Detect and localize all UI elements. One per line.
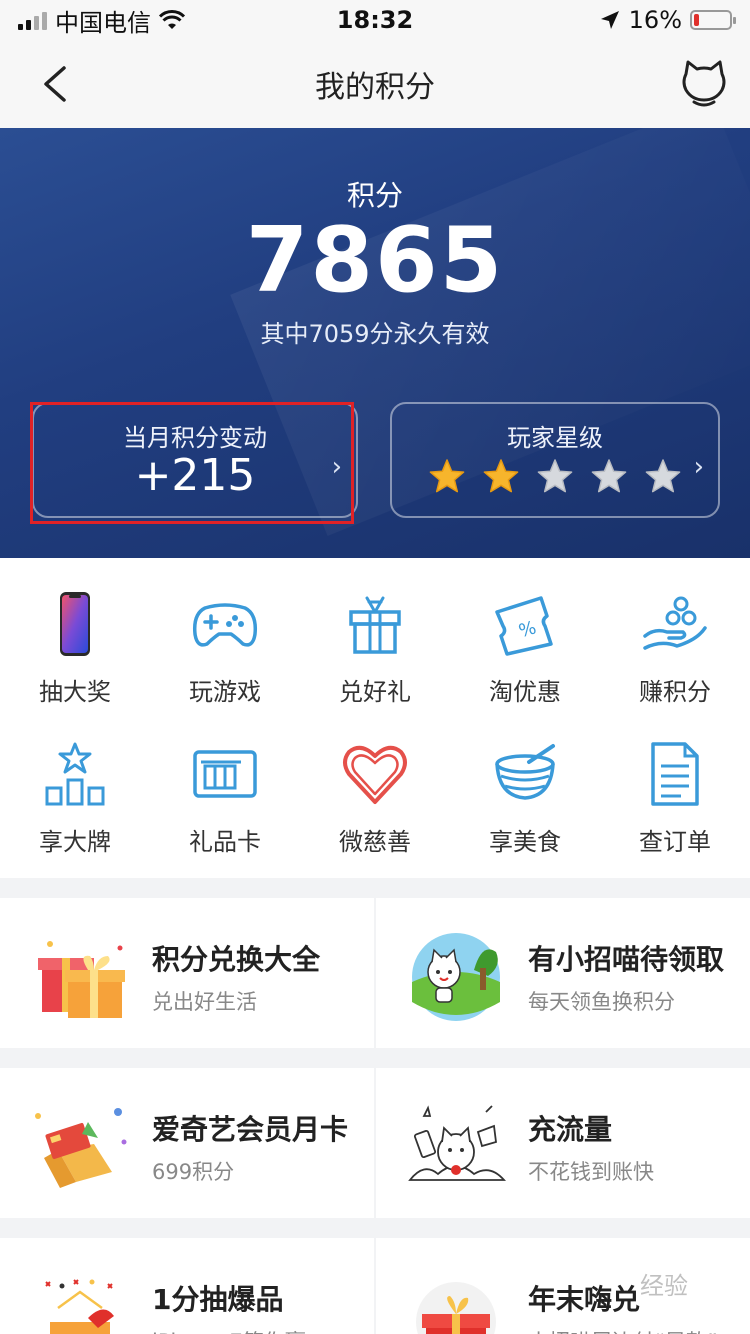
status-right: 16%	[599, 6, 736, 34]
star-filled-icon	[429, 459, 465, 493]
phone-icon	[60, 592, 90, 656]
svg-text:%: %	[516, 617, 538, 642]
food-bowl-icon	[495, 744, 555, 800]
grid-item-earn-points[interactable]: 赚积分	[600, 558, 750, 708]
grid-label: 享大牌	[39, 828, 111, 856]
grid-label: 淘优惠	[489, 678, 561, 706]
grid-label: 赚积分	[639, 678, 711, 706]
points-hero: 积分 7865 其中7059分永久有效 当月积分变动 +215 › 玩家星级 ›	[0, 128, 750, 558]
feature-subtitle: 699积分	[152, 1160, 235, 1184]
grid-label: 兑好礼	[339, 678, 411, 706]
cat-island-icon	[412, 933, 500, 1021]
carrier-label: 中国电信	[55, 8, 151, 37]
feature-points-exchange[interactable]: 积分兑换大全 兑出好生活	[0, 898, 374, 1048]
feature-title: 年末嗨兑	[528, 1283, 641, 1316]
star-empty-icon	[591, 459, 627, 493]
cat-mascot-icon[interactable]	[680, 58, 728, 108]
feature-title: 1分抽爆品	[152, 1283, 284, 1316]
page-title: 我的积分	[315, 70, 435, 105]
feature-cat-reward[interactable]: 有小招喵待领取 每天领鱼换积分	[376, 898, 750, 1048]
iqiyi-card-box-icon	[35, 1108, 127, 1188]
grid-item-gifts[interactable]: 兑好礼	[300, 558, 450, 708]
feature-title: 充流量	[528, 1113, 613, 1146]
confetti-gift-icon	[45, 1279, 114, 1334]
player-level-title: 玩家星级	[507, 424, 603, 452]
status-bar: 中国电信 18:32 16%	[0, 0, 750, 40]
player-level-card[interactable]: 玩家星级 ›	[390, 402, 720, 518]
grid-item-food[interactable]: 享美食	[450, 708, 600, 858]
feature-subtitle: 小招喵周边付“早款”	[528, 1326, 718, 1334]
feature-title: 积分兑换大全	[152, 943, 321, 976]
gift-boxes-icon	[38, 941, 125, 1018]
feature-grid: 抽大奖 玩游戏 兑好礼 % 淘优惠 赚积分 享大牌 礼品卡 微慈善 享美食 查订…	[0, 558, 750, 878]
chevron-right-icon: ›	[693, 452, 704, 482]
feature-year-end-exchange[interactable]: 年末嗨兑 小招喵周边付“早款”	[376, 1238, 750, 1334]
cat-phone-icon	[408, 1105, 506, 1181]
location-arrow-icon	[600, 11, 619, 29]
feature-subtitle: 每天领鱼换积分	[528, 990, 675, 1014]
grid-label: 抽大奖	[39, 678, 111, 706]
feature-title: 有小招喵待领取	[528, 943, 725, 976]
battery-icon	[690, 10, 736, 30]
star-podium-icon	[45, 742, 105, 806]
nav-bar: 我的积分	[0, 40, 750, 128]
signal-icon	[18, 10, 47, 30]
star-rating	[428, 458, 682, 496]
feature-one-cent-draw[interactable]: 1分抽爆品 iPhone 7等你赢	[0, 1238, 374, 1334]
monthly-change-value: +215	[134, 450, 256, 501]
feature-title: 爱奇艺会员月卡	[152, 1113, 349, 1146]
document-icon	[651, 742, 699, 806]
grid-item-charity[interactable]: 微慈善	[300, 708, 450, 858]
feature-data-topup[interactable]: 充流量 不花钱到账快	[376, 1068, 750, 1218]
grid-item-orders[interactable]: 查订单	[600, 708, 750, 858]
star-filled-icon	[483, 459, 519, 493]
points-permanent-note: 其中7059分永久有效	[260, 320, 490, 348]
feature-subtitle: 兑出好生活	[152, 990, 257, 1014]
back-arrow-icon[interactable]	[36, 64, 76, 104]
star-empty-icon	[645, 459, 681, 493]
battery-percent: 16%	[628, 6, 682, 34]
red-gift-icon	[416, 1282, 496, 1334]
gift-card-icon	[193, 750, 257, 798]
status-left: 中国电信	[18, 3, 599, 38]
gift-box-icon	[349, 596, 401, 654]
grid-label: 微慈善	[339, 828, 411, 856]
star-empty-icon	[537, 459, 573, 493]
wifi-icon	[159, 10, 185, 29]
grid-label: 玩游戏	[189, 678, 261, 706]
monthly-change-title: 当月积分变动	[123, 424, 267, 452]
coupon-icon: %	[495, 596, 553, 656]
grid-item-lottery[interactable]: 抽大奖	[0, 558, 150, 708]
feature-subtitle: iPhone 7等你赢	[152, 1326, 306, 1334]
grid-label: 礼品卡	[189, 828, 261, 856]
grid-label: 享美食	[489, 828, 561, 856]
grid-item-brands[interactable]: 享大牌	[0, 708, 150, 858]
chevron-right-icon: ›	[331, 452, 342, 482]
battery-level	[694, 14, 700, 26]
feature-iqiyi-vip[interactable]: 爱奇艺会员月卡 699积分	[0, 1068, 374, 1218]
feature-subtitle: 不花钱到账快	[528, 1160, 654, 1184]
gamepad-icon	[192, 603, 258, 647]
grid-item-games[interactable]: 玩游戏	[150, 558, 300, 708]
points-total: 7865	[245, 208, 505, 313]
watermark: 经验	[640, 1272, 688, 1300]
grid-item-gift-card[interactable]: 礼品卡	[150, 708, 300, 858]
monthly-change-card[interactable]: 当月积分变动 +215 ›	[32, 402, 358, 518]
grid-item-deals[interactable]: % 淘优惠	[450, 558, 600, 708]
hand-coins-icon	[643, 596, 707, 650]
heart-icon	[343, 745, 407, 804]
grid-label: 查订单	[639, 828, 711, 856]
